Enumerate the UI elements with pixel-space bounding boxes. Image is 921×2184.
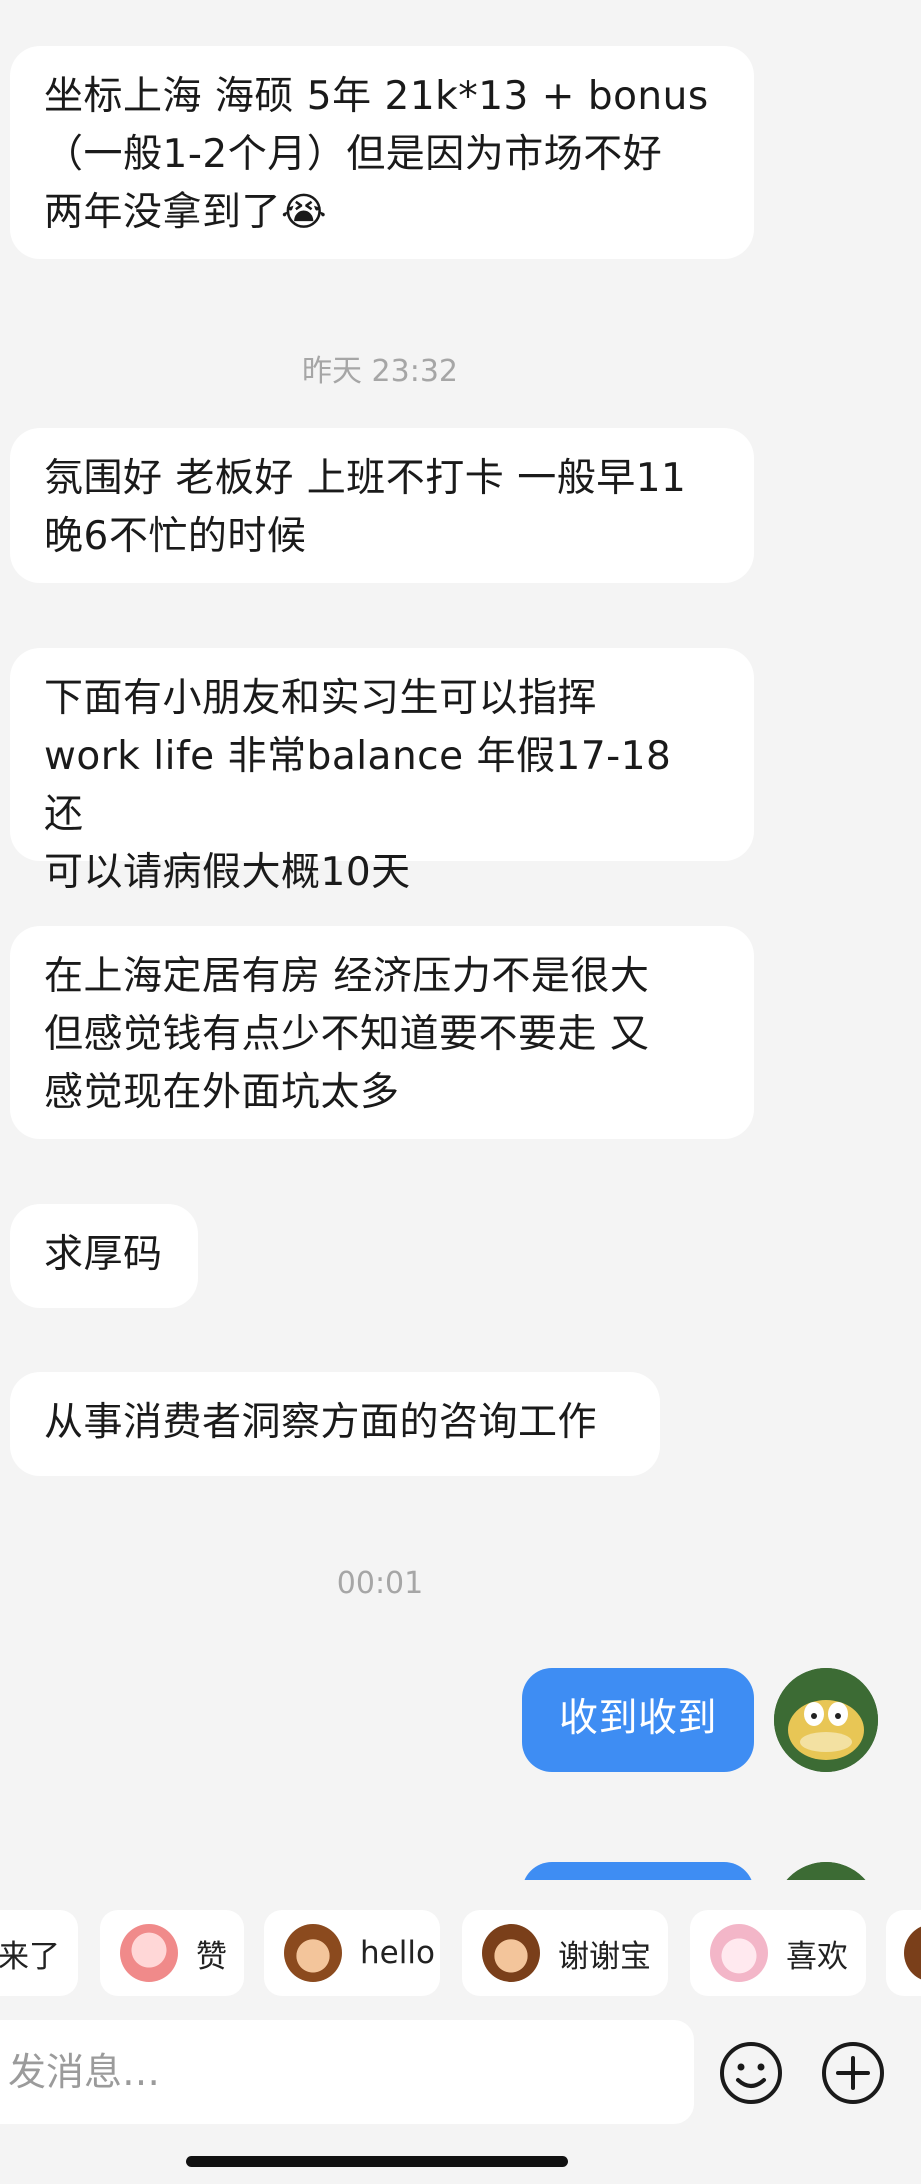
quick-reply-chip[interactable]: 来了 <box>0 1910 78 1996</box>
incoming-message[interactable]: 求厚码 <box>10 1204 198 1308</box>
message-timestamp: 昨天 23:32 <box>302 354 458 389</box>
quick-reply-chip[interactable]: 谢谢宝 <box>462 1910 668 1996</box>
quick-reply-bar[interactable]: 来了 赞 hello 谢谢宝 喜欢 <box>0 1910 921 2006</box>
emoji-button[interactable] <box>718 2040 784 2106</box>
outgoing-message[interactable]: 收到收到 <box>522 1668 754 1772</box>
sticker-icon <box>904 1924 921 1982</box>
plus-circle-icon <box>822 2042 884 2104</box>
user-avatar[interactable] <box>774 1862 878 1880</box>
quick-reply-chip[interactable]: hello <box>264 1910 440 1996</box>
monkey-wave-sticker-icon <box>284 1924 342 1982</box>
outgoing-message-partial[interactable] <box>522 1862 754 1880</box>
incoming-message[interactable]: 下面有小朋友和实习生可以指挥 work life 非常balance 年假17-… <box>10 648 754 895</box>
message-input[interactable]: 发消息… <box>0 2020 694 2124</box>
thumbs-up-sticker-icon <box>120 1924 178 1982</box>
incoming-message[interactable]: 从事消费者洞察方面的咨询工作 <box>10 1372 660 1476</box>
sheep-sticker-icon <box>710 1924 768 1982</box>
incoming-message[interactable]: 坐标上海 海硕 5年 21k*13 + bonus （一般1-2个月）但是因为市… <box>10 46 754 259</box>
monkey-flower-sticker-icon <box>482 1924 540 1982</box>
plus-button[interactable] <box>820 2040 886 2106</box>
quick-reply-chip[interactable]: 赞 <box>100 1910 244 1996</box>
avatar-image-icon <box>774 1668 878 1772</box>
home-indicator <box>186 2156 568 2167</box>
message-input-placeholder: 发消息… <box>8 2050 161 2094</box>
user-avatar[interactable] <box>774 1668 878 1772</box>
quick-reply-chip[interactable]: 喜欢 <box>690 1910 866 1996</box>
incoming-message[interactable]: 在上海定居有房 经济压力不是很大 但感觉钱有点少不知道要不要走 又 感觉现在外面… <box>10 926 754 1139</box>
smiley-icon <box>720 2042 782 2104</box>
composer-area: 来了 赞 hello 谢谢宝 喜欢 发消息… <box>0 1880 921 2184</box>
message-timestamp: 00:01 <box>336 1566 424 1601</box>
quick-reply-chip[interactable] <box>886 1910 921 1996</box>
chat-thread[interactable]: 坐标上海 海硕 5年 21k*13 + bonus （一般1-2个月）但是因为市… <box>0 0 921 1880</box>
avatar-image-icon <box>774 1862 878 1880</box>
incoming-message[interactable]: 氛围好 老板好 上班不打卡 一般早11 晚6不忙的时候 <box>10 428 754 583</box>
